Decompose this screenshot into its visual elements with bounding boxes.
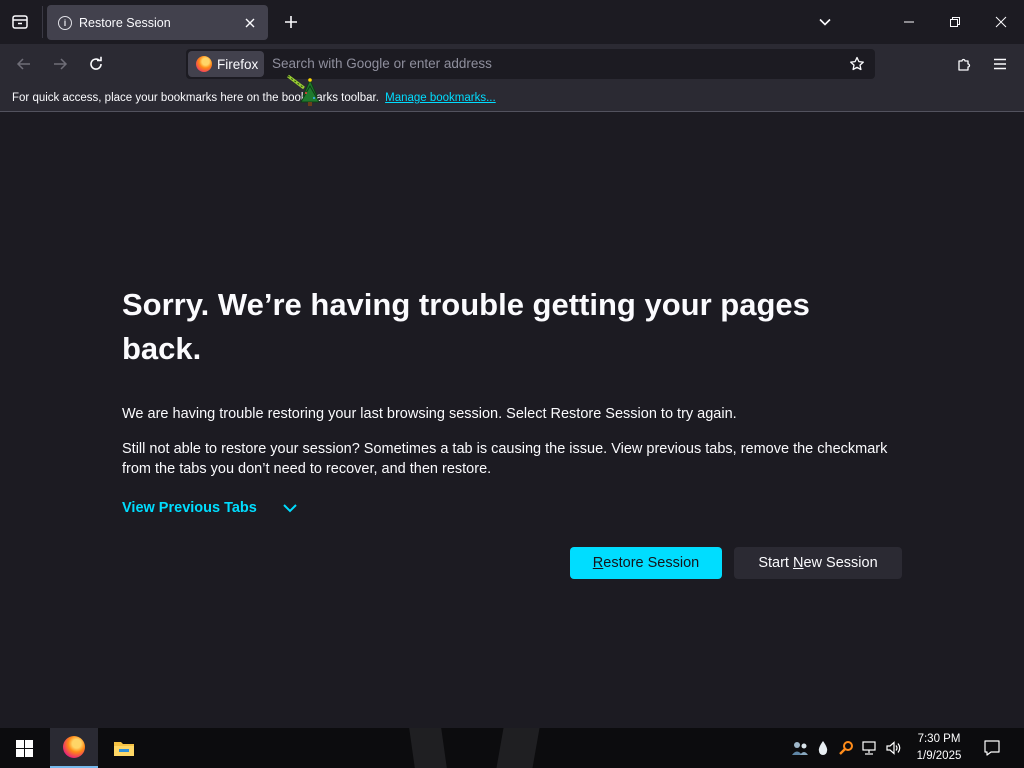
tab-title: Restore Session bbox=[79, 15, 171, 30]
clock-time: 7:30 PM bbox=[917, 733, 961, 745]
list-all-tabs-button[interactable] bbox=[802, 0, 848, 44]
restore-icon bbox=[950, 17, 960, 27]
firefox-icon bbox=[63, 736, 85, 758]
windows-logo-icon bbox=[15, 739, 33, 757]
reload-button[interactable] bbox=[82, 50, 110, 78]
taskbar-file-explorer[interactable] bbox=[100, 728, 148, 768]
address-bar[interactable]: Firefox Search with Google or enter addr… bbox=[186, 49, 875, 79]
tab-separator bbox=[42, 6, 43, 38]
page-title: Sorry. We’re having trouble getting your… bbox=[122, 287, 810, 366]
restore-session-button[interactable]: Restore Session bbox=[570, 547, 722, 579]
back-button[interactable] bbox=[10, 50, 38, 78]
minimize-button[interactable] bbox=[886, 0, 932, 44]
button-label: ew Session bbox=[803, 555, 878, 571]
start-new-session-button[interactable]: Start New Session bbox=[734, 547, 902, 579]
puzzle-icon bbox=[958, 58, 971, 71]
plus-icon bbox=[285, 16, 297, 28]
taskbar-firefox[interactable] bbox=[50, 728, 98, 768]
restore-down-button[interactable] bbox=[932, 0, 978, 44]
bookmarks-message-text: For quick access, place your bookmarks h… bbox=[12, 92, 379, 104]
taskbar-clock[interactable]: 7:30 PM 1/9/2025 bbox=[906, 731, 972, 765]
button-label-prefix: Start bbox=[758, 555, 793, 571]
arrow-right-icon bbox=[54, 58, 68, 70]
tab-restore-session[interactable]: i Restore Session bbox=[47, 5, 268, 40]
taskbar: 7:30 PM 1/9/2025 bbox=[0, 728, 1024, 768]
chevron-down-icon bbox=[281, 499, 299, 517]
button-label: estore Session bbox=[603, 555, 700, 571]
bookmarks-empty-message: For quick access, place your bookmarks h… bbox=[12, 92, 496, 104]
page-content: Sorry. We’re having trouble getting your… bbox=[0, 113, 1024, 728]
tab-strip: i Restore Session bbox=[0, 0, 1024, 44]
manage-bookmarks-link[interactable]: Manage bookmarks... bbox=[385, 92, 496, 104]
firefox-view-icon bbox=[12, 15, 28, 29]
firefox-logo-icon bbox=[196, 56, 212, 72]
network-people-icon[interactable] bbox=[790, 738, 810, 758]
star-icon bbox=[850, 56, 864, 71]
view-previous-tabs-label: View Previous Tabs bbox=[122, 500, 257, 516]
bookmark-star-button[interactable] bbox=[845, 52, 869, 76]
volume-icon[interactable] bbox=[884, 738, 904, 758]
identity-box[interactable]: Firefox bbox=[188, 51, 264, 77]
new-tab-button[interactable] bbox=[279, 10, 303, 34]
network-icon[interactable] bbox=[860, 738, 880, 758]
close-icon bbox=[995, 16, 1007, 28]
hamburger-menu-icon bbox=[994, 58, 1006, 70]
file-explorer-icon bbox=[114, 742, 134, 756]
action-center-button[interactable] bbox=[980, 736, 1004, 760]
wallpaper-decoration bbox=[409, 728, 447, 768]
notification-icon bbox=[984, 740, 1000, 756]
search-key-icon[interactable] bbox=[836, 738, 856, 758]
water-drop-icon[interactable] bbox=[813, 738, 833, 758]
url-input[interactable]: Search with Google or enter address bbox=[272, 49, 492, 79]
identity-label: Firefox bbox=[217, 56, 259, 72]
reload-icon bbox=[90, 56, 102, 70]
start-button[interactable] bbox=[0, 728, 48, 768]
clock-date: 1/9/2025 bbox=[916, 750, 962, 762]
accesskey-letter: N bbox=[793, 555, 804, 571]
error-help-text: Still not able to restore your session? … bbox=[122, 441, 888, 477]
app-menu-button[interactable] bbox=[986, 50, 1014, 78]
chevron-down-icon bbox=[819, 18, 831, 26]
view-previous-tabs-toggle[interactable]: View Previous Tabs bbox=[122, 499, 299, 517]
accesskey-letter: R bbox=[592, 555, 604, 571]
error-description: We are having trouble restoring your las… bbox=[122, 406, 737, 422]
close-tab-button[interactable] bbox=[240, 13, 260, 33]
info-icon: i bbox=[58, 15, 72, 30]
navigation-toolbar: Firefox Search with Google or enter addr… bbox=[0, 44, 1024, 84]
minimize-icon bbox=[904, 21, 914, 23]
close-window-button[interactable] bbox=[978, 0, 1024, 44]
close-icon bbox=[245, 18, 255, 27]
extensions-button[interactable] bbox=[950, 50, 978, 78]
forward-button[interactable] bbox=[46, 50, 74, 78]
wallpaper-decoration bbox=[496, 728, 540, 768]
bookmarks-toolbar: For quick access, place your bookmarks h… bbox=[0, 84, 1024, 112]
arrow-left-icon bbox=[16, 58, 30, 70]
firefox-view-button[interactable] bbox=[8, 10, 32, 34]
